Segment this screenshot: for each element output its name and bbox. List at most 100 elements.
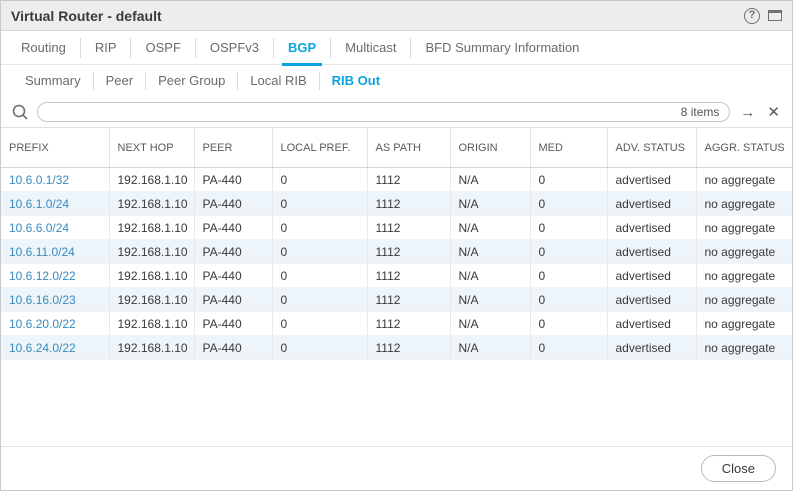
table-cell: 0 bbox=[530, 216, 607, 240]
table-cell: 1112 bbox=[367, 288, 450, 312]
column-header-origin[interactable]: ORIGIN bbox=[450, 128, 530, 168]
table-cell: PA-440 bbox=[194, 192, 272, 216]
subtab-peer[interactable]: Peer bbox=[94, 72, 146, 90]
prefix-link[interactable]: 10.6.1.0/24 bbox=[1, 192, 109, 216]
table-cell: 192.168.1.10 bbox=[109, 264, 194, 288]
tab-rip[interactable]: RIP bbox=[81, 38, 132, 58]
window-dock-icon[interactable] bbox=[768, 10, 782, 21]
dialog-title: Virtual Router - default bbox=[11, 8, 162, 24]
subtab-peer-group[interactable]: Peer Group bbox=[146, 72, 238, 90]
filter-toolbar: 8 items → ✕ bbox=[1, 97, 792, 127]
table-header-row: PREFIXNEXT HOPPEERLOCAL PREF.AS PATHORIG… bbox=[1, 128, 792, 168]
table-cell: N/A bbox=[450, 264, 530, 288]
prefix-link[interactable]: 10.6.24.0/22 bbox=[1, 336, 109, 360]
table-cell: advertised bbox=[607, 264, 696, 288]
rib-out-table: PREFIXNEXT HOPPEERLOCAL PREF.AS PATHORIG… bbox=[1, 127, 792, 360]
tab-bar: RoutingRIPOSPFOSPFv3BGPMulticastBFD Summ… bbox=[1, 31, 792, 65]
column-header-next-hop[interactable]: NEXT HOP bbox=[109, 128, 194, 168]
table-cell: 1112 bbox=[367, 336, 450, 360]
table-cell: PA-440 bbox=[194, 216, 272, 240]
table-cell: advertised bbox=[607, 192, 696, 216]
clear-filter-icon[interactable]: ✕ bbox=[765, 105, 782, 120]
dialog-titlebar: Virtual Router - default ? bbox=[1, 1, 792, 31]
table-row[interactable]: 10.6.24.0/22192.168.1.10PA-44001112N/A0a… bbox=[1, 336, 792, 360]
prefix-link[interactable]: 10.6.20.0/22 bbox=[1, 312, 109, 336]
table-cell: 192.168.1.10 bbox=[109, 216, 194, 240]
column-header-med[interactable]: MED bbox=[530, 128, 607, 168]
rib-out-table-wrap: PREFIXNEXT HOPPEERLOCAL PREF.AS PATHORIG… bbox=[1, 127, 792, 446]
table-cell: 0 bbox=[530, 192, 607, 216]
table-cell: 0 bbox=[530, 312, 607, 336]
column-header-as-path[interactable]: AS PATH bbox=[367, 128, 450, 168]
table-row[interactable]: 10.6.20.0/22192.168.1.10PA-44001112N/A0a… bbox=[1, 312, 792, 336]
table-cell: no aggregate bbox=[696, 168, 792, 192]
table-cell: advertised bbox=[607, 216, 696, 240]
table-cell: 0 bbox=[272, 192, 367, 216]
table-cell: no aggregate bbox=[696, 216, 792, 240]
table-cell: N/A bbox=[450, 288, 530, 312]
table-cell: 192.168.1.10 bbox=[109, 168, 194, 192]
table-cell: PA-440 bbox=[194, 312, 272, 336]
close-button[interactable]: Close bbox=[701, 455, 776, 482]
subtab-local-rib[interactable]: Local RIB bbox=[238, 72, 319, 90]
table-cell: 0 bbox=[272, 240, 367, 264]
tab-ospfv3[interactable]: OSPFv3 bbox=[196, 38, 274, 58]
table-row[interactable]: 10.6.12.0/22192.168.1.10PA-44001112N/A0a… bbox=[1, 264, 792, 288]
prefix-link[interactable]: 10.6.11.0/24 bbox=[1, 240, 109, 264]
table-cell: N/A bbox=[450, 216, 530, 240]
column-header-prefix[interactable]: PREFIX bbox=[1, 128, 109, 168]
table-cell: no aggregate bbox=[696, 312, 792, 336]
table-cell: 192.168.1.10 bbox=[109, 288, 194, 312]
table-cell: 1112 bbox=[367, 192, 450, 216]
tab-bfd-summary-information[interactable]: BFD Summary Information bbox=[411, 38, 593, 58]
apply-filter-icon[interactable]: → bbox=[738, 105, 757, 120]
table-cell: 0 bbox=[272, 336, 367, 360]
prefix-link[interactable]: 10.6.16.0/23 bbox=[1, 288, 109, 312]
table-cell: 0 bbox=[272, 168, 367, 192]
prefix-link[interactable]: 10.6.0.1/32 bbox=[1, 168, 109, 192]
table-cell: N/A bbox=[450, 336, 530, 360]
tab-multicast[interactable]: Multicast bbox=[331, 38, 411, 58]
table-cell: PA-440 bbox=[194, 168, 272, 192]
column-header-peer[interactable]: PEER bbox=[194, 128, 272, 168]
column-header-aggr-status[interactable]: AGGR. STATUS bbox=[696, 128, 792, 168]
table-row[interactable]: 10.6.6.0/24192.168.1.10PA-44001112N/A0ad… bbox=[1, 216, 792, 240]
search-input[interactable] bbox=[48, 105, 681, 119]
table-cell: 192.168.1.10 bbox=[109, 312, 194, 336]
table-cell: 1112 bbox=[367, 264, 450, 288]
table-cell: N/A bbox=[450, 312, 530, 336]
table-cell: 0 bbox=[272, 264, 367, 288]
table-cell: PA-440 bbox=[194, 288, 272, 312]
table-cell: advertised bbox=[607, 288, 696, 312]
column-header-adv-status[interactable]: ADV. STATUS bbox=[607, 128, 696, 168]
table-cell: 0 bbox=[530, 240, 607, 264]
table-row[interactable]: 10.6.0.1/32192.168.1.10PA-44001112N/A0ad… bbox=[1, 168, 792, 192]
table-cell: advertised bbox=[607, 312, 696, 336]
search-icon[interactable] bbox=[11, 103, 29, 121]
table-row[interactable]: 10.6.1.0/24192.168.1.10PA-44001112N/A0ad… bbox=[1, 192, 792, 216]
table-cell: no aggregate bbox=[696, 240, 792, 264]
table-cell: N/A bbox=[450, 168, 530, 192]
table-cell: 1112 bbox=[367, 312, 450, 336]
help-icon[interactable]: ? bbox=[744, 8, 760, 24]
tab-bgp[interactable]: BGP bbox=[274, 38, 331, 58]
tab-routing[interactable]: Routing bbox=[7, 38, 81, 58]
table-cell: 1112 bbox=[367, 240, 450, 264]
search-field[interactable]: 8 items bbox=[37, 102, 730, 122]
table-cell: advertised bbox=[607, 168, 696, 192]
table-cell: 0 bbox=[530, 288, 607, 312]
prefix-link[interactable]: 10.6.12.0/22 bbox=[1, 264, 109, 288]
subtab-rib-out[interactable]: RIB Out bbox=[320, 72, 392, 90]
table-cell: N/A bbox=[450, 192, 530, 216]
prefix-link[interactable]: 10.6.6.0/24 bbox=[1, 216, 109, 240]
table-cell: 1112 bbox=[367, 168, 450, 192]
table-row[interactable]: 10.6.16.0/23192.168.1.10PA-44001112N/A0a… bbox=[1, 288, 792, 312]
table-cell: no aggregate bbox=[696, 336, 792, 360]
table-row[interactable]: 10.6.11.0/24192.168.1.10PA-44001112N/A0a… bbox=[1, 240, 792, 264]
subtab-summary[interactable]: Summary bbox=[13, 72, 94, 90]
column-header-local-pref[interactable]: LOCAL PREF. bbox=[272, 128, 367, 168]
tab-ospf[interactable]: OSPF bbox=[131, 38, 195, 58]
table-cell: 1112 bbox=[367, 216, 450, 240]
subtab-bar: SummaryPeerPeer GroupLocal RIBRIB Out bbox=[1, 65, 792, 97]
table-cell: no aggregate bbox=[696, 264, 792, 288]
